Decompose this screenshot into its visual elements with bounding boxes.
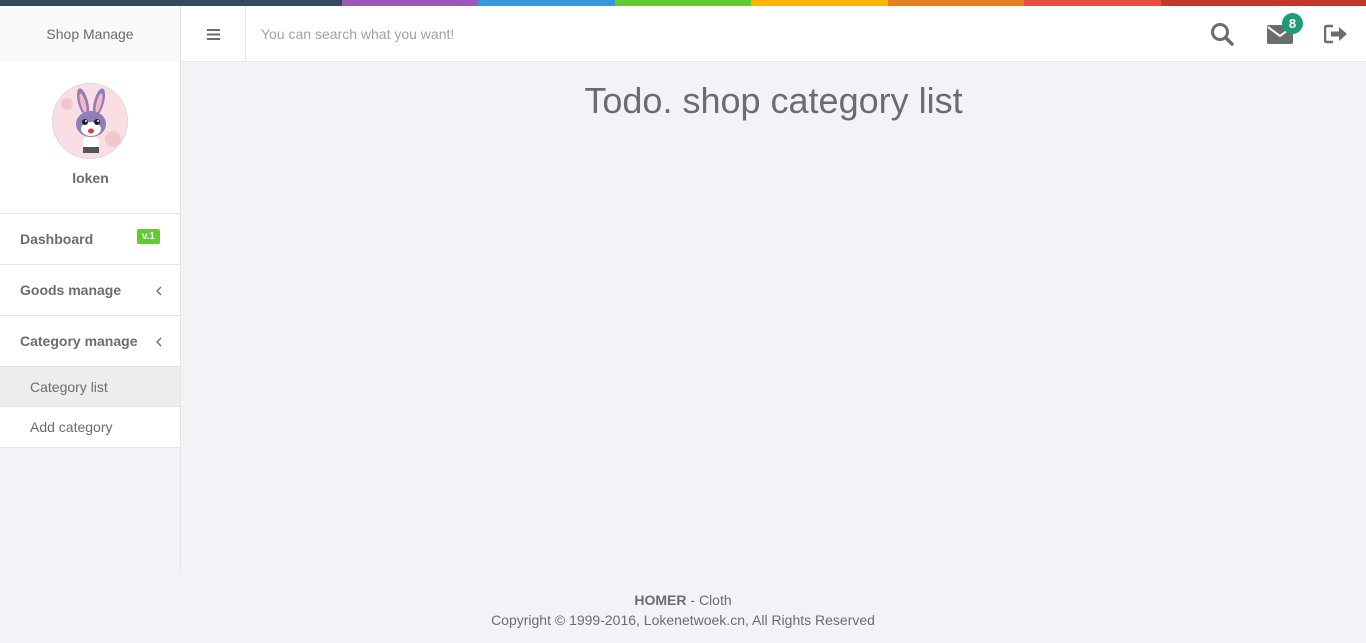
search-button[interactable] — [1208, 20, 1236, 48]
profile-name[interactable]: loken — [0, 170, 181, 186]
sign-out-icon — [1324, 24, 1347, 44]
sidebar-item-dashboard[interactable]: Dashboard v.1 — [0, 214, 180, 265]
sidebar-item-category-manage[interactable]: Category manage — [0, 316, 180, 367]
mail-count-badge: 8 — [1282, 13, 1303, 34]
version-badge: v.1 — [136, 229, 160, 244]
mail-button[interactable]: 8 — [1266, 13, 1303, 48]
top-header: Shop Manage 8 — [0, 6, 1366, 62]
sidebar: loken Dashboard v.1 Goods manage Categor… — [0, 62, 181, 570]
sidebar-item-label: Goods manage — [20, 282, 122, 298]
footer-brand-suffix: - Cloth — [686, 592, 732, 608]
sidebar-subitem-add-category[interactable]: Add category — [0, 407, 180, 448]
logout-button[interactable] — [1322, 20, 1350, 48]
search-box — [246, 6, 1196, 62]
footer: HOMER - Cloth Copyright © 1999-2016, Lok… — [0, 590, 1366, 630]
footer-brand: HOMER — [634, 592, 687, 608]
rabbit-avatar-icon — [53, 84, 127, 158]
brand-title[interactable]: Shop Manage — [0, 6, 181, 62]
page-title: Todo. shop category list — [584, 80, 963, 121]
profile-panel: loken — [0, 62, 180, 214]
sidebar-item-label: Dashboard — [20, 231, 94, 247]
sidebar-item-goods-manage[interactable]: Goods manage — [0, 265, 180, 316]
hamburger-icon — [206, 28, 220, 40]
menu-toggle-button[interactable] — [181, 6, 246, 62]
search-input[interactable] — [246, 6, 1196, 62]
chevron-left-icon — [156, 316, 162, 366]
avatar[interactable] — [52, 83, 128, 159]
sidebar-subitem-category-list[interactable]: Category list — [0, 366, 180, 407]
search-icon — [1211, 23, 1234, 46]
footer-copyright: Copyright © 1999-2016, Lokenetwoek.cn, A… — [491, 612, 875, 628]
sidebar-item-label: Category manage — [20, 333, 138, 349]
footer-brand-line: HOMER - Cloth — [0, 590, 1366, 610]
chevron-left-icon — [156, 265, 162, 315]
